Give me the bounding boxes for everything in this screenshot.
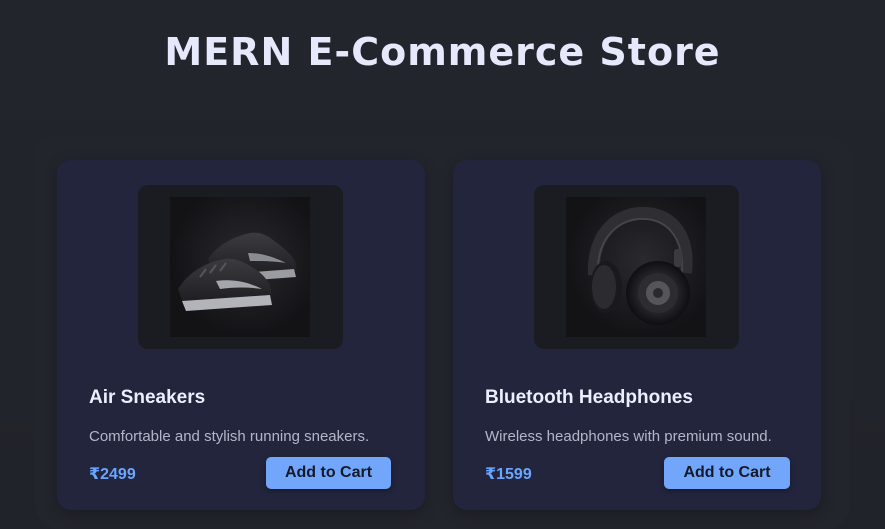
product-card: Air Sneakers Comfortable and stylish run… (57, 160, 425, 510)
product-description: Wireless headphones with premium sound. (485, 428, 772, 445)
product-name: Air Sneakers (89, 387, 206, 408)
headphones-image[interactable] (566, 197, 706, 337)
add-to-cart-button[interactable]: Add to Cart (266, 457, 391, 489)
add-to-cart-button[interactable]: Add to Cart (664, 457, 790, 489)
product-card: Bluetooth Headphones Wireless headphones… (453, 160, 821, 510)
page-title: MERN E-Commerce Store (164, 30, 721, 74)
product-grid: Air Sneakers Comfortable and stylish run… (35, 135, 850, 529)
product-image-frame (138, 185, 343, 349)
product-price: ₹1599 (485, 466, 532, 483)
sneaker-image[interactable] (170, 197, 310, 337)
page: MERN E-Commerce Store Air Sneakers Comfo… (0, 0, 885, 529)
product-image-frame (534, 185, 739, 349)
product-name: Bluetooth Headphones (485, 387, 693, 408)
product-description: Comfortable and stylish running sneakers… (89, 428, 370, 445)
product-price: ₹2499 (89, 466, 136, 483)
